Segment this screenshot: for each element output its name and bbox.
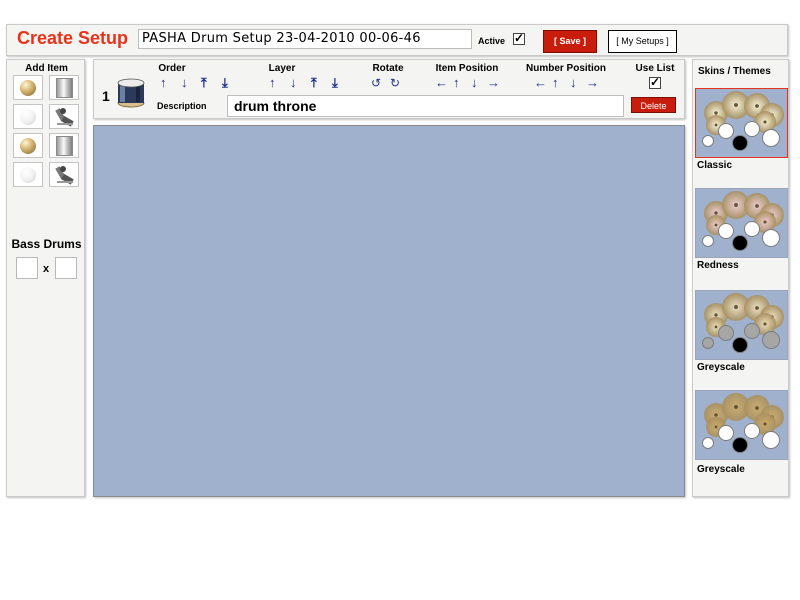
order-label: Order: [158, 63, 186, 74]
drum-shape: [702, 437, 714, 449]
use-list-checkbox[interactable]: ✓: [649, 76, 661, 89]
rotate-ccw-icon[interactable]: ↺: [371, 76, 381, 90]
kick-drum-shape: [732, 337, 748, 353]
drum-shape: [718, 325, 734, 341]
description-label: Description: [157, 101, 207, 111]
add-white-drum-button[interactable]: [13, 162, 43, 187]
drum-shape: [762, 129, 780, 147]
layer-up-icon[interactable]: ↑: [269, 76, 276, 90]
skin-label: Greyscale: [697, 464, 745, 475]
description-field[interactable]: drum throne: [227, 95, 624, 117]
setup-canvas[interactable]: [93, 125, 685, 497]
gold-cymbal-icon: [20, 138, 36, 154]
bass-pedal-icon: [55, 166, 74, 185]
active-label: Active: [478, 36, 506, 46]
order-down-icon[interactable]: ↓: [181, 76, 188, 90]
bass-drums-input-2[interactable]: [55, 257, 77, 279]
add-gold-cymbal-button[interactable]: [13, 133, 43, 158]
use-list-label: Use List: [635, 63, 675, 74]
bass-drums-title: Bass Drums: [11, 237, 82, 251]
add-chrome-drum-button[interactable]: [49, 133, 79, 158]
skins-title: Skins / Themes: [698, 66, 771, 77]
chrome-drum-icon: [56, 136, 73, 156]
drum-shape: [762, 229, 780, 247]
header-bar: Create Setup PASHA Drum Setup 23-04-2010…: [6, 24, 788, 56]
order-top-icon[interactable]: ⤒: [201, 76, 207, 90]
bass-drums-separator: x: [43, 263, 50, 275]
item-left-icon[interactable]: ←: [435, 76, 448, 90]
rotate-cw-icon[interactable]: ↻: [390, 76, 400, 90]
skin-redness-thumbnail[interactable]: [695, 188, 788, 258]
number-up-icon[interactable]: ↑: [552, 76, 559, 90]
drum-shape: [718, 425, 734, 441]
add-white-drum-button[interactable]: [13, 104, 43, 129]
rotate-label: Rotate: [372, 63, 404, 74]
skin-classic-thumbnail[interactable]: [695, 88, 788, 158]
add-item-panel: Add Item Bass Drums x: [6, 59, 85, 497]
drum-shape: [702, 337, 714, 349]
drum-shape: [744, 121, 760, 137]
item-number: 1: [102, 88, 110, 104]
item-down-icon[interactable]: ↓: [471, 76, 478, 90]
add-item-title: Add Item: [25, 63, 68, 74]
drum-shape: [744, 323, 760, 339]
number-position-label: Number Position: [525, 63, 606, 74]
add-bass-pedal-button[interactable]: [49, 162, 79, 187]
add-gold-cymbal-button[interactable]: [13, 75, 43, 100]
drum-throne-icon: [117, 78, 145, 108]
setup-name-field[interactable]: PASHA Drum Setup 23-04-2010 00-06-46: [138, 29, 472, 49]
layer-down-icon[interactable]: ↓: [290, 76, 297, 90]
add-chrome-drum-button[interactable]: [49, 75, 79, 100]
bass-drums-input-1[interactable]: [16, 257, 38, 279]
skins-panel: Skins / Themes Classic Redness Greyscale…: [692, 59, 789, 497]
layer-label: Layer: [268, 63, 296, 74]
layer-bottom-icon[interactable]: ⤓: [332, 76, 338, 90]
item-right-icon[interactable]: →: [487, 76, 500, 90]
drum-shape: [718, 223, 734, 239]
item-controls-panel: 1 Order ↑ ↓ ⤒ ⤓ Layer ↑ ↓ ⤒ ⤓ Rotate ↺ ↻…: [93, 59, 685, 119]
drum-shape: [718, 123, 734, 139]
skin-label: Redness: [697, 260, 739, 271]
drum-shape: [702, 135, 714, 147]
item-position-label: Item Position: [435, 63, 499, 74]
save-button[interactable]: [ Save ]: [543, 30, 597, 53]
order-up-icon[interactable]: ↑: [160, 76, 167, 90]
gold-cymbal-icon: [20, 80, 36, 96]
kick-drum-shape: [732, 437, 748, 453]
drum-shape: [744, 423, 760, 439]
order-bottom-icon[interactable]: ⤓: [222, 76, 228, 90]
drum-shape: [744, 221, 760, 237]
chrome-drum-icon: [56, 78, 73, 98]
skin-label: Classic: [697, 160, 733, 171]
drum-shape: [762, 431, 780, 449]
my-setups-button[interactable]: [ My Setups ]: [608, 30, 677, 53]
number-left-icon[interactable]: ←: [534, 76, 547, 90]
drum-shape: [762, 331, 780, 349]
add-bass-pedal-button[interactable]: [49, 104, 79, 129]
skin-greyscale-dark-thumbnail[interactable]: [695, 390, 788, 460]
item-up-icon[interactable]: ↑: [453, 76, 460, 90]
number-down-icon[interactable]: ↓: [570, 76, 577, 90]
white-drum-icon: [20, 109, 36, 125]
delete-button[interactable]: Delete: [631, 97, 676, 113]
page-title: Create Setup: [17, 28, 129, 48]
drum-shape: [702, 235, 714, 247]
skin-greyscale-thumbnail[interactable]: [695, 290, 788, 360]
skin-label: Greyscale: [697, 362, 745, 373]
number-right-icon[interactable]: →: [586, 76, 599, 90]
kick-drum-shape: [732, 135, 748, 151]
active-checkbox[interactable]: ✓: [513, 32, 525, 45]
kick-drum-shape: [732, 235, 748, 251]
layer-top-icon[interactable]: ⤒: [311, 76, 317, 90]
bass-pedal-icon: [55, 108, 74, 127]
white-drum-icon: [20, 167, 36, 183]
